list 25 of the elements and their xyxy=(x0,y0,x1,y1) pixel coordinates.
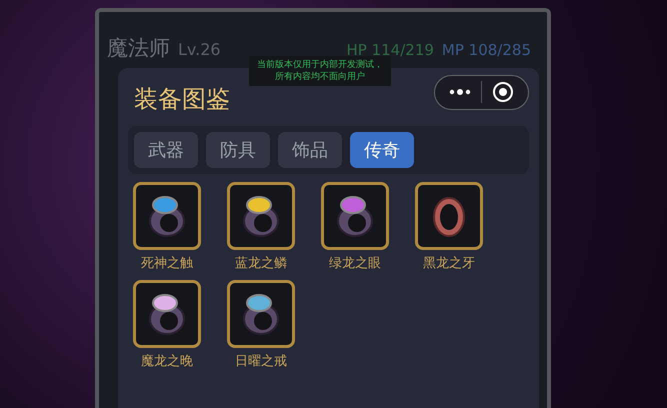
mp-readout: MP 108/285 xyxy=(442,41,531,59)
notice-text: 所有内容均不面向用户 xyxy=(274,71,366,83)
more-icon[interactable] xyxy=(449,87,471,97)
category-tab[interactable]: 饰品 xyxy=(278,132,342,168)
item-slot[interactable] xyxy=(227,182,295,250)
hp-readout: HP 114/219 xyxy=(346,41,434,59)
item-name: 魔龙之晚 xyxy=(141,353,193,370)
item-slot[interactable] xyxy=(415,182,483,250)
item-name: 绿龙之眼 xyxy=(329,255,381,272)
item-slot[interactable] xyxy=(133,182,201,250)
close-icon[interactable] xyxy=(492,81,514,103)
panel-title: 装备图鉴 xyxy=(133,84,230,115)
notice-text: 当前版本仅用于内部开发测试， xyxy=(257,59,383,71)
category-tab[interactable]: 武器 xyxy=(134,132,198,168)
category-tab[interactable]: 防具 xyxy=(206,132,270,168)
item-slot[interactable] xyxy=(321,182,389,250)
category-tab[interactable]: 传奇 xyxy=(350,132,414,168)
item-slot[interactable] xyxy=(227,280,295,348)
item-name: 死神之触 xyxy=(141,255,193,272)
level-label: Lv.26 xyxy=(178,40,221,59)
item-name: 蓝龙之鳞 xyxy=(235,255,287,272)
item-name: 黑龙之牙 xyxy=(423,255,475,272)
item-name: 日曜之戒 xyxy=(235,353,287,370)
class-name: 魔法师 xyxy=(107,35,170,62)
item-slot[interactable] xyxy=(133,280,201,348)
